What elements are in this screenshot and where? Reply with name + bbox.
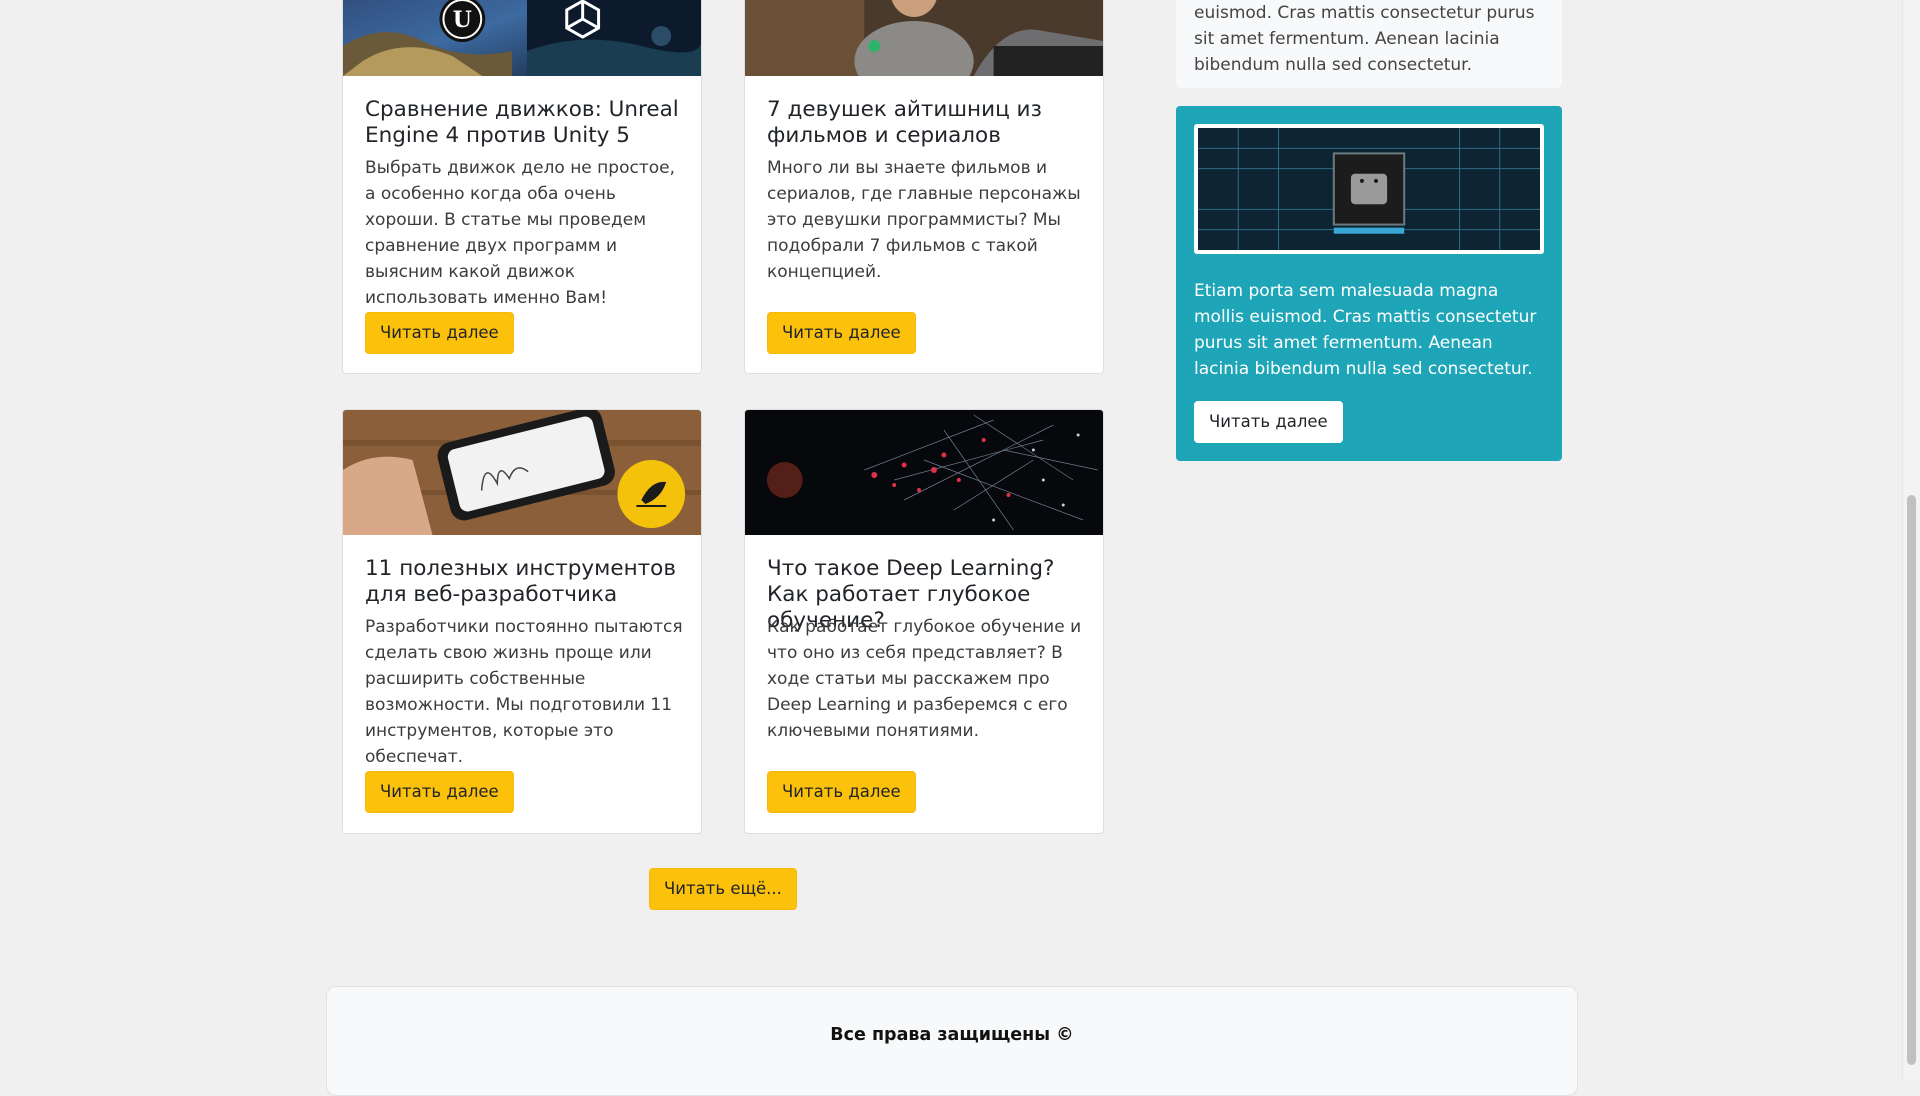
sidebar-feature-image[interactable] <box>1194 124 1544 254</box>
article-card-deep-learning: Что такое Deep Learning? Как работает гл… <box>744 409 1104 834</box>
sidebar-feature-text: Etiam porta sem malesuada magna mollis e… <box>1194 281 1537 379</box>
article-card-girls-it: 7 девушек айтишниц из фильмов и сериалов… <box>744 0 1104 374</box>
article-excerpt: Выбрать движок дело не простое, а особен… <box>365 158 675 308</box>
svg-text:U: U <box>453 7 472 33</box>
article-image-girls-it[interactable] <box>745 0 1103 76</box>
footer-copyright: Все права защищены © <box>830 1025 1074 1045</box>
sidebar-feature-card: Etiam porta sem malesuada magna mollis e… <box>1176 106 1562 461</box>
sidebar-read-more-button[interactable]: Читать далее <box>1194 401 1343 443</box>
page-scrollbar[interactable] <box>1902 0 1920 1080</box>
scrollbar-thumb[interactable] <box>1907 495 1916 1065</box>
sidebar-text: euismod. Cras mattis consectetur purus s… <box>1194 3 1535 75</box>
article-card-engines: U Сравнение движков: Unreal Engine 4 про… <box>342 0 702 374</box>
article-excerpt: Много ли вы знаете фильмов и сериалов, г… <box>767 158 1081 282</box>
read-more-button[interactable]: Читать далее <box>365 771 514 813</box>
read-more-button[interactable]: Читать далее <box>767 771 916 813</box>
article-title[interactable]: 11 полезных инструментов для веб-разрабо… <box>365 556 683 608</box>
article-image-engines[interactable]: U <box>343 0 701 76</box>
article-image-web-tools[interactable] <box>343 410 701 535</box>
sidebar-text-block: euismod. Cras mattis consectetur purus s… <box>1176 0 1562 88</box>
article-card-web-tools: 11 полезных инструментов для веб-разрабо… <box>342 409 702 834</box>
article-excerpt: Разработчики постоянно пытаются сделать … <box>365 617 683 767</box>
read-more-button[interactable]: Читать далее <box>365 312 514 354</box>
article-image-deep-learning[interactable] <box>745 410 1103 535</box>
load-more-button[interactable]: Читать ещё... <box>649 868 797 910</box>
article-title[interactable]: 7 девушек айтишниц из фильмов и сериалов <box>767 97 1085 149</box>
read-more-button[interactable]: Читать далее <box>767 312 916 354</box>
page: U Сравнение движков: Unreal Engine 4 про… <box>0 0 1920 1096</box>
article-excerpt: Как работает глубокое обучение и что оно… <box>767 617 1082 741</box>
article-title[interactable]: Сравнение движков: Unreal Engine 4 проти… <box>365 97 683 149</box>
